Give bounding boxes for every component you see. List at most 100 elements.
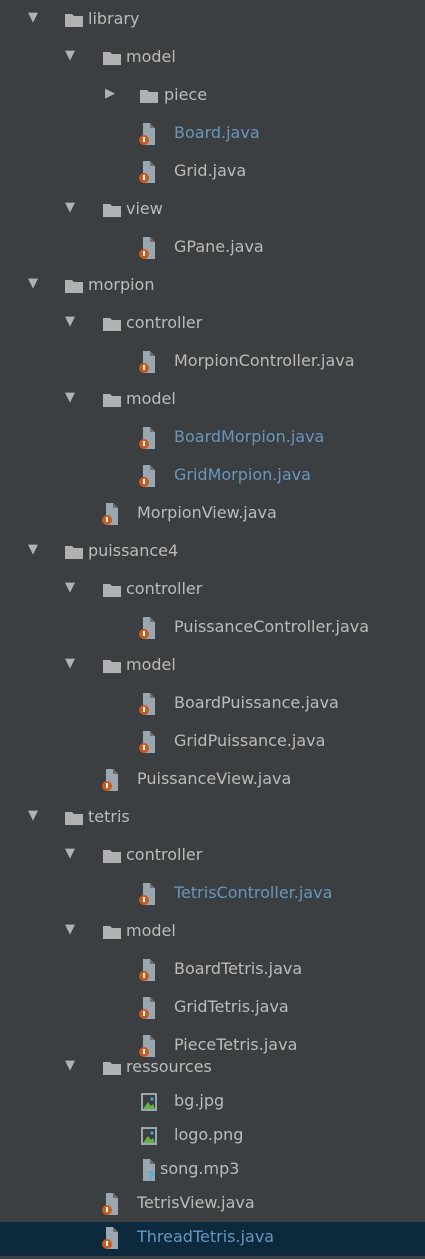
tree-row-morpioncontroller-java[interactable]: MorpionController.java xyxy=(0,346,425,380)
tree-label: puissance4 xyxy=(88,541,179,560)
tree-row-song-mp3[interactable]: ? song.mp3 xyxy=(0,1154,425,1188)
java-file-icon xyxy=(139,237,155,259)
expand-arrow-icon[interactable]: ▼ xyxy=(63,581,77,595)
expand-arrow-icon[interactable]: ▼ xyxy=(26,11,40,25)
expand-arrow-icon[interactable]: ▼ xyxy=(63,657,77,671)
tree-label: view xyxy=(126,199,163,218)
java-file-icon xyxy=(139,123,155,145)
java-file-icon xyxy=(139,161,155,183)
tree-row-tetris[interactable]: ▼ tetris xyxy=(0,802,425,836)
expand-arrow-icon[interactable]: ▼ xyxy=(26,277,40,291)
java-file-icon xyxy=(102,769,118,791)
tree-row-view[interactable]: ▼ view xyxy=(0,194,425,228)
folder-icon xyxy=(103,52,121,65)
folder-icon xyxy=(65,280,83,293)
tree-label: song.mp3 xyxy=(160,1159,240,1178)
tree-row-bg-jpg[interactable]: bg.jpg xyxy=(0,1086,425,1120)
tree-row-tetrisview-java[interactable]: TetrisView.java xyxy=(0,1188,425,1222)
tree-label: Board.java xyxy=(174,123,260,142)
tree-row-model[interactable]: ▼ model xyxy=(0,650,425,684)
tree-row-morpion[interactable]: ▼ morpion xyxy=(0,270,425,304)
folder-icon xyxy=(103,394,121,407)
tree-row-controller[interactable]: ▼ controller xyxy=(0,574,425,608)
tree-row-gpane-java[interactable]: GPane.java xyxy=(0,232,425,266)
tree-row-gridpuissance-java[interactable]: GridPuissance.java xyxy=(0,726,425,760)
tree-label: GPane.java xyxy=(174,237,264,256)
tree-label: model xyxy=(126,921,176,940)
tree-row-grid-java[interactable]: Grid.java xyxy=(0,156,425,190)
folder-icon xyxy=(103,584,121,597)
expand-arrow-icon[interactable]: ▼ xyxy=(63,391,77,405)
tree-row-gridtetris-java[interactable]: GridTetris.java xyxy=(0,992,425,1026)
tree-label: GridPuissance.java xyxy=(174,731,326,750)
folder-icon xyxy=(103,660,121,673)
expand-arrow-icon[interactable]: ▼ xyxy=(63,49,77,63)
tree-row-ressources[interactable]: ▼ ressources xyxy=(0,1052,425,1086)
tree-label: bg.jpg xyxy=(174,1091,225,1110)
unknown-file-icon: ? xyxy=(143,1159,155,1182)
tree-label: ThreadTetris.java xyxy=(137,1227,275,1246)
tree-label: GridMorpion.java xyxy=(174,465,311,484)
tree-label: BoardTetris.java xyxy=(174,959,303,978)
folder-icon xyxy=(65,812,83,825)
tree-row-controller[interactable]: ▼ controller xyxy=(0,308,425,342)
tree-row-model[interactable]: ▼ model xyxy=(0,384,425,418)
tree-row-piece[interactable]: ▶ piece xyxy=(0,80,425,114)
folder-icon xyxy=(103,318,121,331)
tree-label: piece xyxy=(164,85,208,104)
java-file-icon xyxy=(139,351,155,373)
expand-arrow-icon[interactable]: ▼ xyxy=(26,543,40,557)
java-file-icon xyxy=(102,503,118,525)
tree-row-boardtetris-java[interactable]: BoardTetris.java xyxy=(0,954,425,988)
expand-arrow-icon[interactable]: ▼ xyxy=(63,847,77,861)
tree-row-threadtetris-java[interactable]: ThreadTetris.java xyxy=(0,1222,425,1256)
project-tree[interactable]: ▼ library ▼ model ▶ piece Board.java Gri… xyxy=(0,0,425,1259)
java-file-icon xyxy=(139,617,155,639)
folder-icon xyxy=(140,90,158,103)
tree-row-model[interactable]: ▼ model xyxy=(0,916,425,950)
tree-label: PuissanceController.java xyxy=(174,617,370,636)
tree-row-puissanceview-java[interactable]: PuissanceView.java xyxy=(0,764,425,798)
java-file-icon xyxy=(139,693,155,715)
tree-row-board-java[interactable]: Board.java xyxy=(0,118,425,152)
tree-row-model[interactable]: ▼ model xyxy=(0,42,425,76)
java-file-icon xyxy=(139,731,155,753)
java-file-icon xyxy=(139,997,155,1019)
expand-arrow-icon[interactable]: ▼ xyxy=(63,923,77,937)
tree-row-logo-png[interactable]: logo.png xyxy=(0,1120,425,1154)
image-file-icon xyxy=(141,1127,157,1145)
collapse-arrow-icon[interactable]: ▶ xyxy=(103,87,117,101)
java-file-icon xyxy=(139,883,155,905)
svg-text:?: ? xyxy=(147,1170,155,1182)
java-file-icon xyxy=(139,465,155,487)
expand-arrow-icon[interactable]: ▼ xyxy=(63,201,77,215)
expand-arrow-icon[interactable]: ▼ xyxy=(63,315,77,329)
tree-label: library xyxy=(88,9,140,28)
java-file-icon xyxy=(102,1193,118,1215)
folder-icon xyxy=(103,850,121,863)
java-file-icon xyxy=(139,959,155,981)
folder-icon xyxy=(65,546,83,559)
expand-arrow-icon[interactable]: ▼ xyxy=(26,809,40,823)
tree-row-library[interactable]: ▼ library xyxy=(0,4,425,38)
folder-icon xyxy=(103,926,121,939)
tree-label: model xyxy=(126,47,176,66)
tree-label: controller xyxy=(126,845,203,864)
tree-label: model xyxy=(126,389,176,408)
tree-label: MorpionController.java xyxy=(174,351,355,370)
tree-row-puissancecontroller-java[interactable]: PuissanceController.java xyxy=(0,612,425,646)
tree-row-controller[interactable]: ▼ controller xyxy=(0,840,425,874)
tree-row-boardmorpion-java[interactable]: BoardMorpion.java xyxy=(0,422,425,456)
tree-label: logo.png xyxy=(174,1125,244,1144)
tree-row-boardpuissance-java[interactable]: BoardPuissance.java xyxy=(0,688,425,722)
tree-label: controller xyxy=(126,579,203,598)
expand-arrow-icon[interactable]: ▼ xyxy=(63,1059,77,1073)
java-file-icon xyxy=(102,1227,118,1249)
folder-icon xyxy=(103,204,121,217)
tree-row-gridmorpion-java[interactable]: GridMorpion.java xyxy=(0,460,425,494)
tree-row-tetriscontroller-java[interactable]: TetrisController.java xyxy=(0,878,425,912)
tree-row-puissance4[interactable]: ▼ puissance4 xyxy=(0,536,425,570)
tree-label: morpion xyxy=(88,275,155,294)
tree-label: model xyxy=(126,655,176,674)
tree-row-morpionview-java[interactable]: MorpionView.java xyxy=(0,498,425,532)
